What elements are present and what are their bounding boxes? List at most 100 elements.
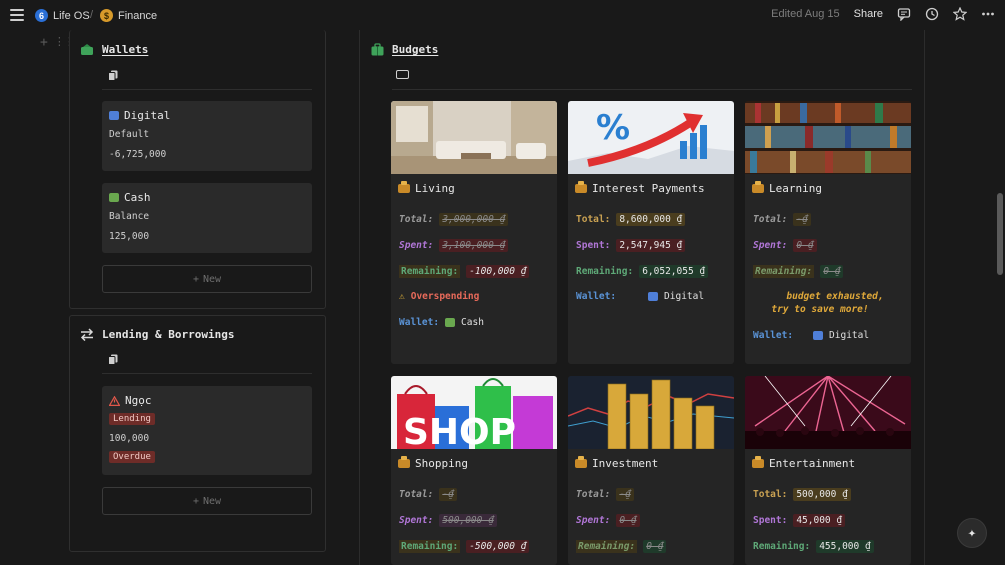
total-label: Total: (576, 489, 611, 500)
wallet-balance: 125,000 (109, 231, 150, 242)
budget-icon (575, 181, 587, 193)
wallet-name: Cash (124, 191, 151, 204)
history-icon[interactable] (925, 7, 939, 21)
breadcrumb-workspace[interactable]: 6 Life OS (35, 9, 90, 22)
lending-card[interactable]: Ngọc Lending 100,000 Overdue (102, 386, 312, 475)
breadcrumb-page[interactable]: $ Finance (100, 9, 157, 22)
new-wallet-button[interactable]: + New (102, 265, 312, 293)
wallet-link[interactable]: Digital (664, 291, 704, 302)
wallet-card-cash[interactable]: Cash Balance 125,000 (102, 183, 312, 253)
shopping-bags-cover: SHOP (391, 376, 557, 449)
comment-icon[interactable] (897, 7, 911, 21)
budget-name: Shopping (415, 457, 468, 470)
remaining-label: Remaining: (753, 265, 815, 278)
total-label: Total: (753, 489, 788, 500)
remaining-value: 455,000 ₫ (816, 540, 874, 553)
remaining-label: Remaining: (576, 540, 638, 553)
gallery-view-icon[interactable] (396, 70, 409, 79)
remaining-value: -100,000 ₫ (466, 265, 530, 278)
budget-icon (752, 181, 764, 193)
budgets-heading: Budgets (371, 43, 438, 56)
total-value: 500,000 ₫ (793, 488, 851, 501)
spent-label: Spent: (399, 515, 434, 526)
budget-icon (398, 456, 410, 468)
budget-card-entertainment[interactable]: Entertainment Total: 500,000 ₫ Spent: 45,0… (745, 376, 911, 565)
budget-card-investment[interactable]: Investment Total: -₫ Spent: 0 ₫ Remaining:… (568, 376, 734, 565)
total-label: Total: (576, 214, 611, 225)
budget-card-learning[interactable]: Learning Total: -₫ Spent: 0 ₫ Remaining: 0 … (745, 101, 911, 364)
star-icon[interactable] (953, 7, 967, 21)
credit-card-icon (813, 331, 824, 340)
swap-arrows-icon (80, 328, 94, 341)
top-bar: 6 Life OS / $ Finance Edited Aug 15 Shar… (0, 0, 1005, 32)
remaining-value: 0 ₫ (643, 540, 667, 553)
lending-tag: Lending (109, 413, 155, 425)
wallet-link[interactable]: Digital (829, 330, 869, 341)
lending-title[interactable]: Lending & Borrowings (102, 328, 234, 341)
total-label: Total: (399, 214, 434, 225)
budget-name: Investment (592, 457, 659, 470)
budget-card-living[interactable]: Living Total: 3,000,000 ₫ Spent: 3,100,000… (391, 101, 557, 364)
budget-icon (398, 181, 410, 193)
dollar-icon: $ (100, 9, 113, 22)
warning-icon (109, 395, 120, 406)
person-name: Ngọc (125, 394, 152, 407)
spent-value: 0 ₫ (616, 514, 640, 527)
spent-value: 0 ₫ (793, 239, 817, 252)
plus-icon: + (192, 273, 199, 285)
budget-icon (575, 456, 587, 468)
wallets-title[interactable]: Wallets (102, 43, 148, 56)
percent-chart-cover: % (568, 101, 734, 174)
more-icon[interactable] (981, 7, 995, 21)
remaining-label: Remaining: (399, 540, 461, 553)
ai-sparkle-icon[interactable]: ✦ (957, 518, 987, 548)
remaining-label: Remaining: (753, 541, 811, 552)
wallet-label: Wallet: (753, 330, 794, 341)
wallets-heading: Wallets (80, 43, 148, 56)
budget-card-shopping[interactable]: SHOP Shopping Total: -₫ Spent: 500,000 ₫ R… (391, 376, 557, 565)
wallet-type: Default (109, 129, 150, 140)
total-label: Total: (399, 489, 434, 500)
wallet-balance: -6,725,000 (109, 149, 167, 160)
add-block-icon[interactable]: + (40, 35, 48, 50)
coins-cover (568, 376, 734, 449)
copy-icon[interactable] (108, 70, 118, 81)
total-value: 3,000,000 ₫ (439, 213, 509, 226)
svg-text:%: % (596, 108, 630, 148)
living-room-cover (391, 101, 557, 174)
menu-icon[interactable] (10, 9, 24, 21)
spent-label: Spent: (576, 515, 611, 526)
budgets-title[interactable]: Budgets (392, 43, 438, 56)
workspace-icon: 6 (35, 9, 48, 22)
budget-note-2: try to save more! (771, 304, 869, 315)
wallet-link[interactable]: Cash (461, 317, 484, 328)
lending-heading: Lending & Borrowings (80, 328, 234, 341)
wallet-label: Wallet: (399, 317, 440, 328)
budget-card-interest[interactable]: % Interest Payments Total: 8,600,000 ₫ Sp… (568, 101, 734, 364)
wallet-type: Balance (109, 211, 150, 222)
bookshelf-cover (745, 101, 911, 174)
wallet-name: Digital (124, 109, 171, 122)
page-name: Finance (118, 9, 158, 22)
spent-label: Spent: (753, 240, 788, 251)
shop-cover-text: SHOP (403, 412, 516, 449)
briefcase-icon (371, 43, 384, 56)
column-divider (924, 30, 925, 565)
new-lending-button[interactable]: + New (102, 487, 312, 515)
cash-icon (109, 193, 119, 202)
spent-label: Spent: (753, 515, 788, 526)
share-button[interactable]: Share (854, 8, 883, 20)
warning-icon: ⚠ (399, 291, 405, 302)
copy-icon[interactable] (108, 354, 118, 365)
lending-amount: 100,000 (109, 433, 150, 444)
overdue-tag: Overdue (109, 451, 155, 463)
spent-value: 3,100,000 ₫ (439, 239, 509, 252)
wallet-card-digital[interactable]: Digital Default -6,725,000 (102, 101, 312, 171)
scrollbar[interactable] (997, 193, 1003, 275)
spent-label: Spent: (399, 240, 434, 251)
remaining-value: 0 ₫ (820, 265, 844, 278)
budget-name: Entertainment (769, 457, 856, 470)
plus-icon: + (192, 495, 199, 507)
remaining-value: 6,052,055 ₫ (639, 265, 709, 278)
total-value: -₫ (616, 488, 634, 501)
